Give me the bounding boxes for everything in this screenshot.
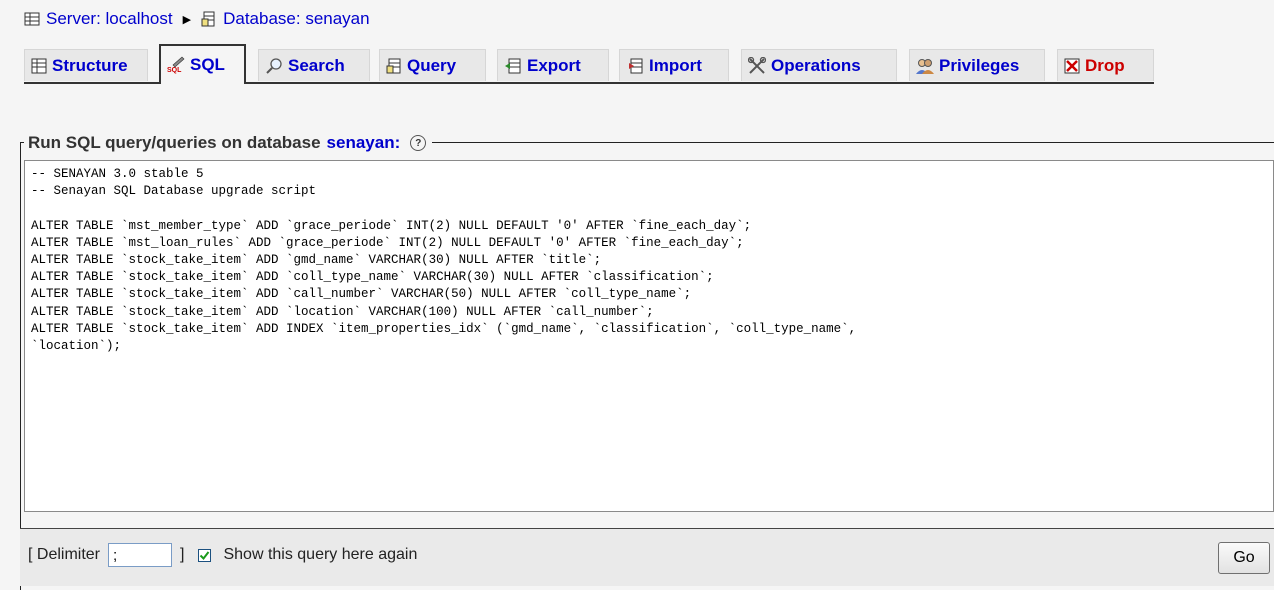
sql-line: ALTER TABLE `stock_take_item` ADD INDEX … [31, 321, 857, 336]
server-icon [24, 12, 40, 26]
tab-label: Search [288, 55, 345, 75]
delimiter-row: [ Delimiter ] Show this query here again [28, 540, 417, 570]
breadcrumb: Server: localhost ▶ Database: senayan [24, 6, 370, 32]
tab-label: Query [407, 55, 457, 75]
sql-line: ALTER TABLE `mst_loan_rules` ADD `grace_… [31, 235, 744, 250]
sql-line: ALTER TABLE `stock_take_item` ADD `gmd_n… [31, 253, 602, 268]
sql-line: ALTER TABLE `stock_take_item` ADD `locat… [31, 304, 654, 319]
database-icon [201, 11, 215, 27]
sql-line: `location`); [31, 339, 122, 354]
delimiter-label: [ Delimiter [28, 546, 101, 563]
breadcrumb-separator-icon: ▶ [182, 13, 192, 26]
tab-search[interactable]: Search [258, 49, 370, 81]
sql-line: -- SENAYAN 3.0 stable 5 [31, 167, 204, 181]
sql-line: ALTER TABLE `mst_member_type` ADD `grace… [31, 218, 752, 233]
tab-label: Export [527, 55, 581, 75]
tab-label: Import [649, 55, 702, 75]
privileges-icon [916, 58, 934, 74]
drop-icon [1064, 58, 1080, 73]
svg-text:SQL: SQL [167, 67, 182, 74]
legend-text: Run SQL query/queries on database [28, 133, 321, 152]
fieldset-legend: Run SQL query/queries on database senaya… [24, 131, 433, 155]
tab-bar: Structure SQL SQL Search Query Export Im… [24, 44, 1154, 84]
go-button[interactable]: Go [1218, 542, 1270, 574]
database-link[interactable]: Database: senayan [223, 9, 370, 29]
server-link[interactable]: Server: localhost [46, 9, 173, 29]
tab-operations[interactable]: Operations [741, 49, 897, 81]
show-query-label[interactable]: Show this query here again [223, 546, 417, 564]
tab-sql[interactable]: SQL SQL [159, 44, 246, 84]
structure-icon [31, 58, 47, 73]
import-icon [629, 58, 643, 73]
sql-line: ALTER TABLE `stock_take_item` ADD `call_… [31, 287, 692, 302]
tab-privileges[interactable]: Privileges [909, 49, 1045, 81]
tab-query[interactable]: Query [379, 49, 486, 81]
search-icon [266, 57, 282, 74]
show-query-checkbox[interactable] [198, 548, 212, 562]
tab-label: Structure [52, 55, 128, 75]
delimiter-close: ] [180, 546, 185, 563]
sql-line [31, 200, 1267, 217]
tab-label: Operations [771, 55, 861, 75]
tab-label: Privileges [939, 55, 1020, 75]
legend-database: senayan: [326, 133, 401, 152]
tab-structure[interactable]: Structure [24, 49, 148, 81]
sql-line: ALTER TABLE `stock_take_item` ADD `coll_… [31, 270, 714, 285]
tab-label: SQL [190, 55, 225, 74]
tab-label: Drop [1085, 55, 1125, 75]
sql-line: -- Senayan SQL Database upgrade script [31, 184, 317, 199]
checkmark-icon [200, 550, 210, 560]
tab-import[interactable]: Import [619, 49, 729, 81]
sql-icon: SQL [167, 56, 185, 74]
sql-query-textarea[interactable]: -- SENAYAN 3.0 stable 5 -- Senayan SQL Da… [24, 160, 1274, 512]
export-icon [505, 58, 521, 73]
tab-export[interactable]: Export [497, 49, 609, 81]
help-icon[interactable]: ? [410, 135, 427, 151]
tab-drop[interactable]: Drop [1057, 49, 1154, 81]
operations-icon [748, 56, 766, 74]
delimiter-input[interactable] [108, 543, 173, 567]
query-icon [386, 58, 401, 73]
